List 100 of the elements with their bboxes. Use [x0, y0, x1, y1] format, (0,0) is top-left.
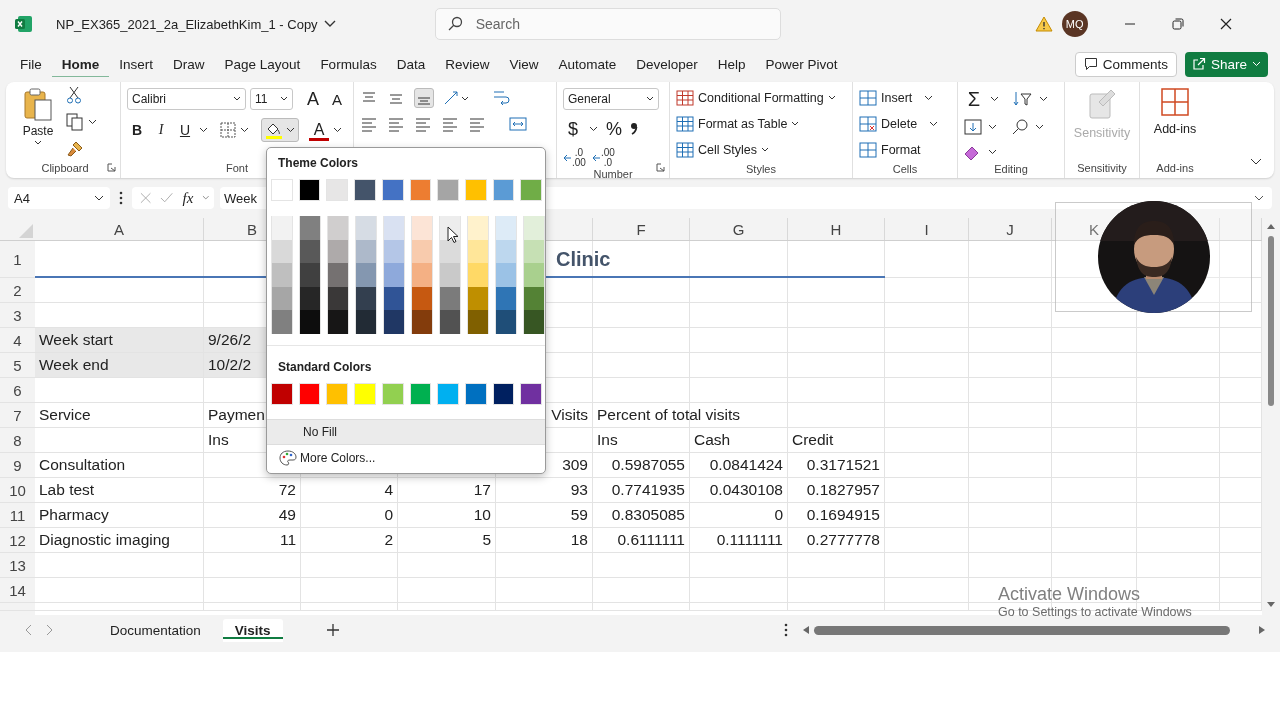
column-header[interactable]: J: [1006, 220, 1014, 238]
caret-icon[interactable]: [1039, 96, 1048, 102]
row-header[interactable]: 13: [9, 556, 26, 574]
row-header[interactable]: 10: [9, 481, 26, 499]
row-header[interactable]: 5: [13, 356, 22, 374]
column-header[interactable]: K: [1089, 220, 1099, 238]
restore-icon[interactable]: [1171, 18, 1184, 30]
merge-center-icon[interactable]: [509, 116, 527, 132]
row-header[interactable]: 4: [13, 331, 22, 349]
wrap-text-icon[interactable]: [492, 89, 510, 107]
comments-button[interactable]: Comments: [1074, 51, 1177, 77]
align-lines-icon[interactable]: [441, 116, 459, 132]
caret-icon[interactable]: [929, 121, 939, 127]
align-lines-icon[interactable]: [468, 116, 486, 132]
color-swatch[interactable]: [439, 263, 461, 287]
menu-tab[interactable]: View: [499, 49, 549, 79]
borders-icon[interactable]: [220, 122, 236, 138]
add-ins-button[interactable]: Add-ins: [1153, 86, 1197, 158]
decimal-button[interactable]: .0 .00: [563, 148, 586, 168]
currency-button[interactable]: $: [563, 118, 583, 140]
color-swatch[interactable]: [327, 263, 349, 287]
row-header[interactable]: 14: [9, 581, 26, 599]
color-swatch[interactable]: [492, 179, 515, 201]
row-header[interactable]: 1: [13, 250, 22, 268]
caret-icon[interactable]: [88, 119, 97, 125]
color-swatch[interactable]: [464, 179, 487, 201]
color-swatch[interactable]: [326, 382, 349, 405]
color-swatch[interactable]: [271, 239, 293, 263]
color-swatch[interactable]: [299, 310, 321, 334]
scroll-left-icon[interactable]: [802, 625, 810, 635]
color-swatch[interactable]: [299, 263, 321, 287]
row-header[interactable]: 9: [13, 456, 22, 474]
color-swatch[interactable]: [355, 239, 377, 263]
close-icon[interactable]: [1219, 18, 1232, 30]
font-name-dropdown[interactable]: Calibri: [127, 88, 246, 110]
color-swatch[interactable]: [467, 310, 489, 334]
copy-icon[interactable]: [66, 113, 84, 131]
align-lines-icon[interactable]: [414, 88, 434, 108]
color-swatch[interactable]: [520, 179, 543, 201]
fill-down-icon[interactable]: [964, 119, 982, 135]
scroll-down-icon[interactable]: [1266, 601, 1276, 609]
color-swatch[interactable]: [411, 216, 433, 240]
row-header[interactable]: 12: [9, 531, 26, 549]
color-swatch[interactable]: [409, 382, 432, 405]
selected-cell[interactable]: [35, 353, 203, 377]
color-swatch[interactable]: [467, 263, 489, 287]
italic-button[interactable]: I: [151, 119, 171, 141]
color-swatch[interactable]: [495, 286, 517, 310]
dialog-launcher-icon[interactable]: [107, 163, 116, 172]
font-size-dropdown[interactable]: 11: [249, 88, 293, 110]
search-field[interactable]: Search: [434, 8, 781, 40]
color-swatch[interactable]: [411, 263, 433, 287]
color-swatch[interactable]: [327, 286, 349, 310]
check-icon[interactable]: [160, 192, 174, 204]
font-color-button[interactable]: A: [309, 119, 329, 141]
menu-tab[interactable]: File: [10, 49, 52, 79]
format-painter-icon[interactable]: [66, 140, 84, 158]
menu-tab[interactable]: Review: [435, 49, 500, 79]
color-swatch[interactable]: [355, 310, 377, 334]
styles-menu-button[interactable]: Cell Styles: [676, 140, 846, 160]
color-swatch[interactable]: [437, 179, 459, 201]
paste-button[interactable]: Paste: [16, 86, 60, 158]
color-swatch[interactable]: [327, 310, 349, 334]
color-swatch[interactable]: [381, 179, 404, 201]
column-header[interactable]: I: [924, 220, 929, 238]
search-icon[interactable]: [1011, 118, 1029, 136]
number-format-dropdown[interactable]: General: [563, 88, 659, 110]
more-colors-option[interactable]: More Colors...: [267, 444, 376, 466]
underline-button[interactable]: U: [175, 119, 195, 141]
user-avatar[interactable]: MQ: [1061, 11, 1088, 37]
caret-icon[interactable]: [333, 127, 342, 133]
caret-icon[interactable]: [240, 127, 249, 133]
name-box[interactable]: A4: [8, 187, 110, 209]
column-header[interactable]: A: [114, 220, 124, 238]
caret-icon[interactable]: [199, 127, 208, 133]
color-swatch[interactable]: [495, 310, 517, 334]
dialog-launcher-icon[interactable]: [656, 163, 665, 172]
color-swatch[interactable]: [383, 286, 405, 310]
color-swatch[interactable]: [409, 179, 432, 201]
row-header[interactable]: 8: [13, 431, 22, 449]
orientation-icon[interactable]: [443, 90, 469, 106]
row-header[interactable]: 3: [13, 306, 22, 324]
add-sheet-icon[interactable]: [326, 624, 339, 636]
menu-tab[interactable]: Developer: [626, 49, 708, 79]
color-swatch[interactable]: [354, 382, 376, 405]
menu-tab[interactable]: Help: [707, 49, 756, 79]
color-swatch[interactable]: [298, 179, 321, 201]
insert-function-button[interactable]: fx: [182, 189, 194, 207]
color-swatch[interactable]: [271, 216, 293, 240]
align-lines-icon[interactable]: [387, 116, 405, 132]
caret-icon[interactable]: [988, 124, 997, 130]
cells-menu-button[interactable]: Format: [859, 140, 921, 160]
caret-icon[interactable]: [990, 96, 999, 102]
color-swatch[interactable]: [411, 286, 433, 310]
column-header[interactable]: G: [732, 220, 745, 238]
color-swatch[interactable]: [327, 216, 349, 240]
row-header[interactable]: 2: [13, 281, 22, 299]
color-swatch[interactable]: [355, 263, 377, 287]
scissors-icon[interactable]: [66, 86, 82, 104]
menu-tab[interactable]: Data: [386, 49, 436, 79]
